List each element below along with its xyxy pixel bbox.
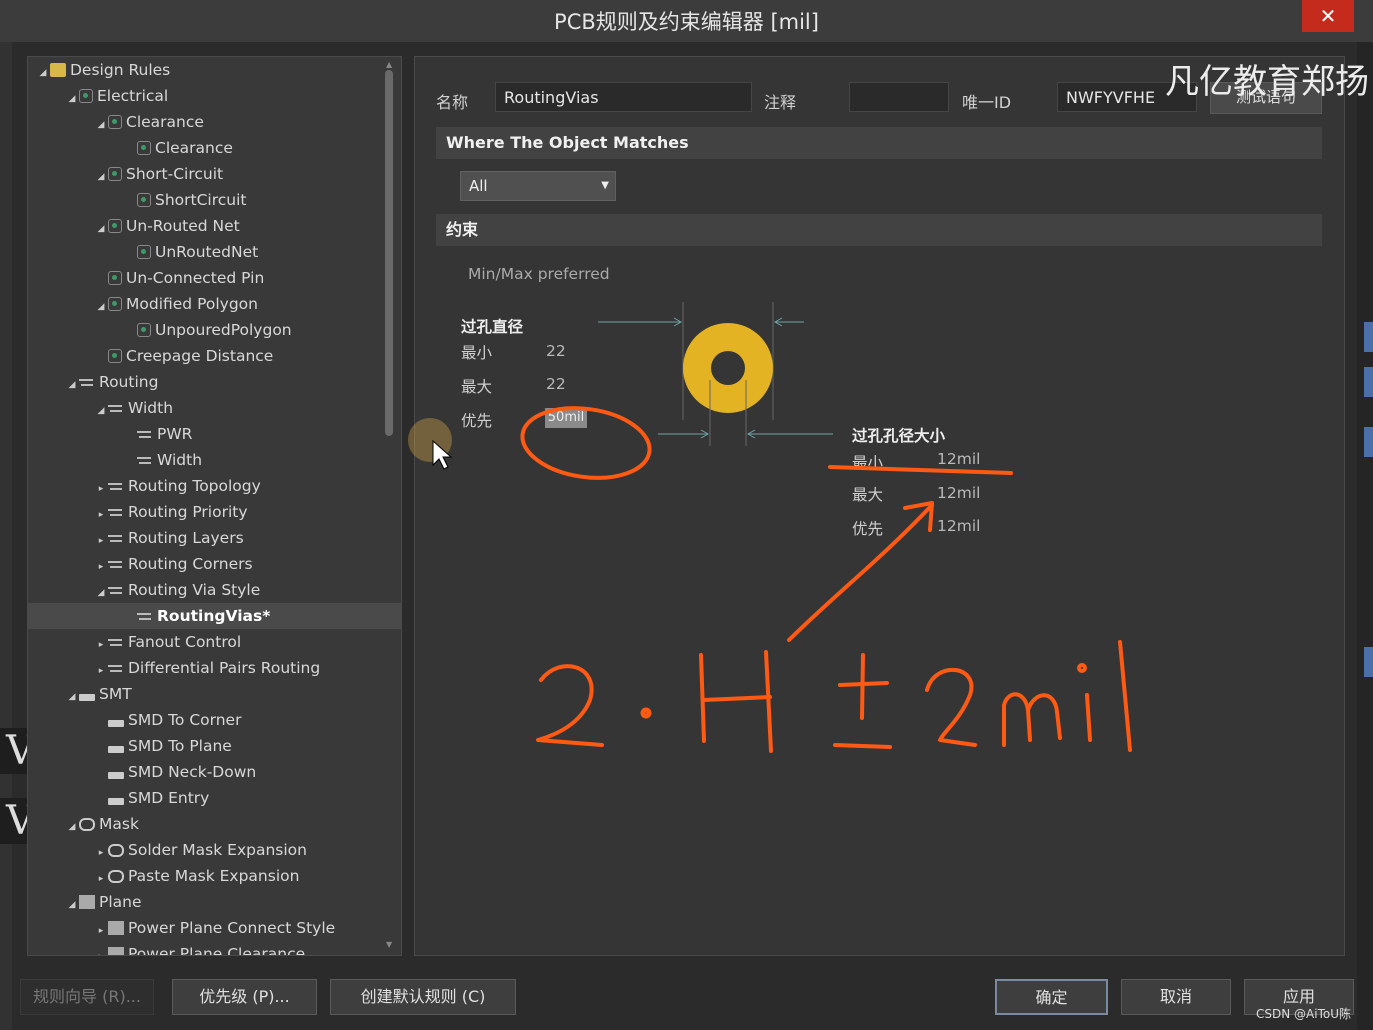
- rule-wizard-button[interactable]: 规则向导 (R)...: [20, 979, 154, 1015]
- handwritten-annotation: [520, 406, 1132, 753]
- mouse-cursor-icon: [408, 418, 453, 470]
- priority-button[interactable]: 优先级 (P)...: [172, 979, 317, 1015]
- cancel-button[interactable]: 取消: [1121, 979, 1231, 1015]
- via-diagram-overlay: [408, 302, 1132, 753]
- ok-button[interactable]: 确定: [995, 979, 1108, 1015]
- create-default-rules-button[interactable]: 创建默认规则 (C): [330, 979, 516, 1015]
- credit-text: CSDN @AiToU陈: [1256, 1007, 1351, 1021]
